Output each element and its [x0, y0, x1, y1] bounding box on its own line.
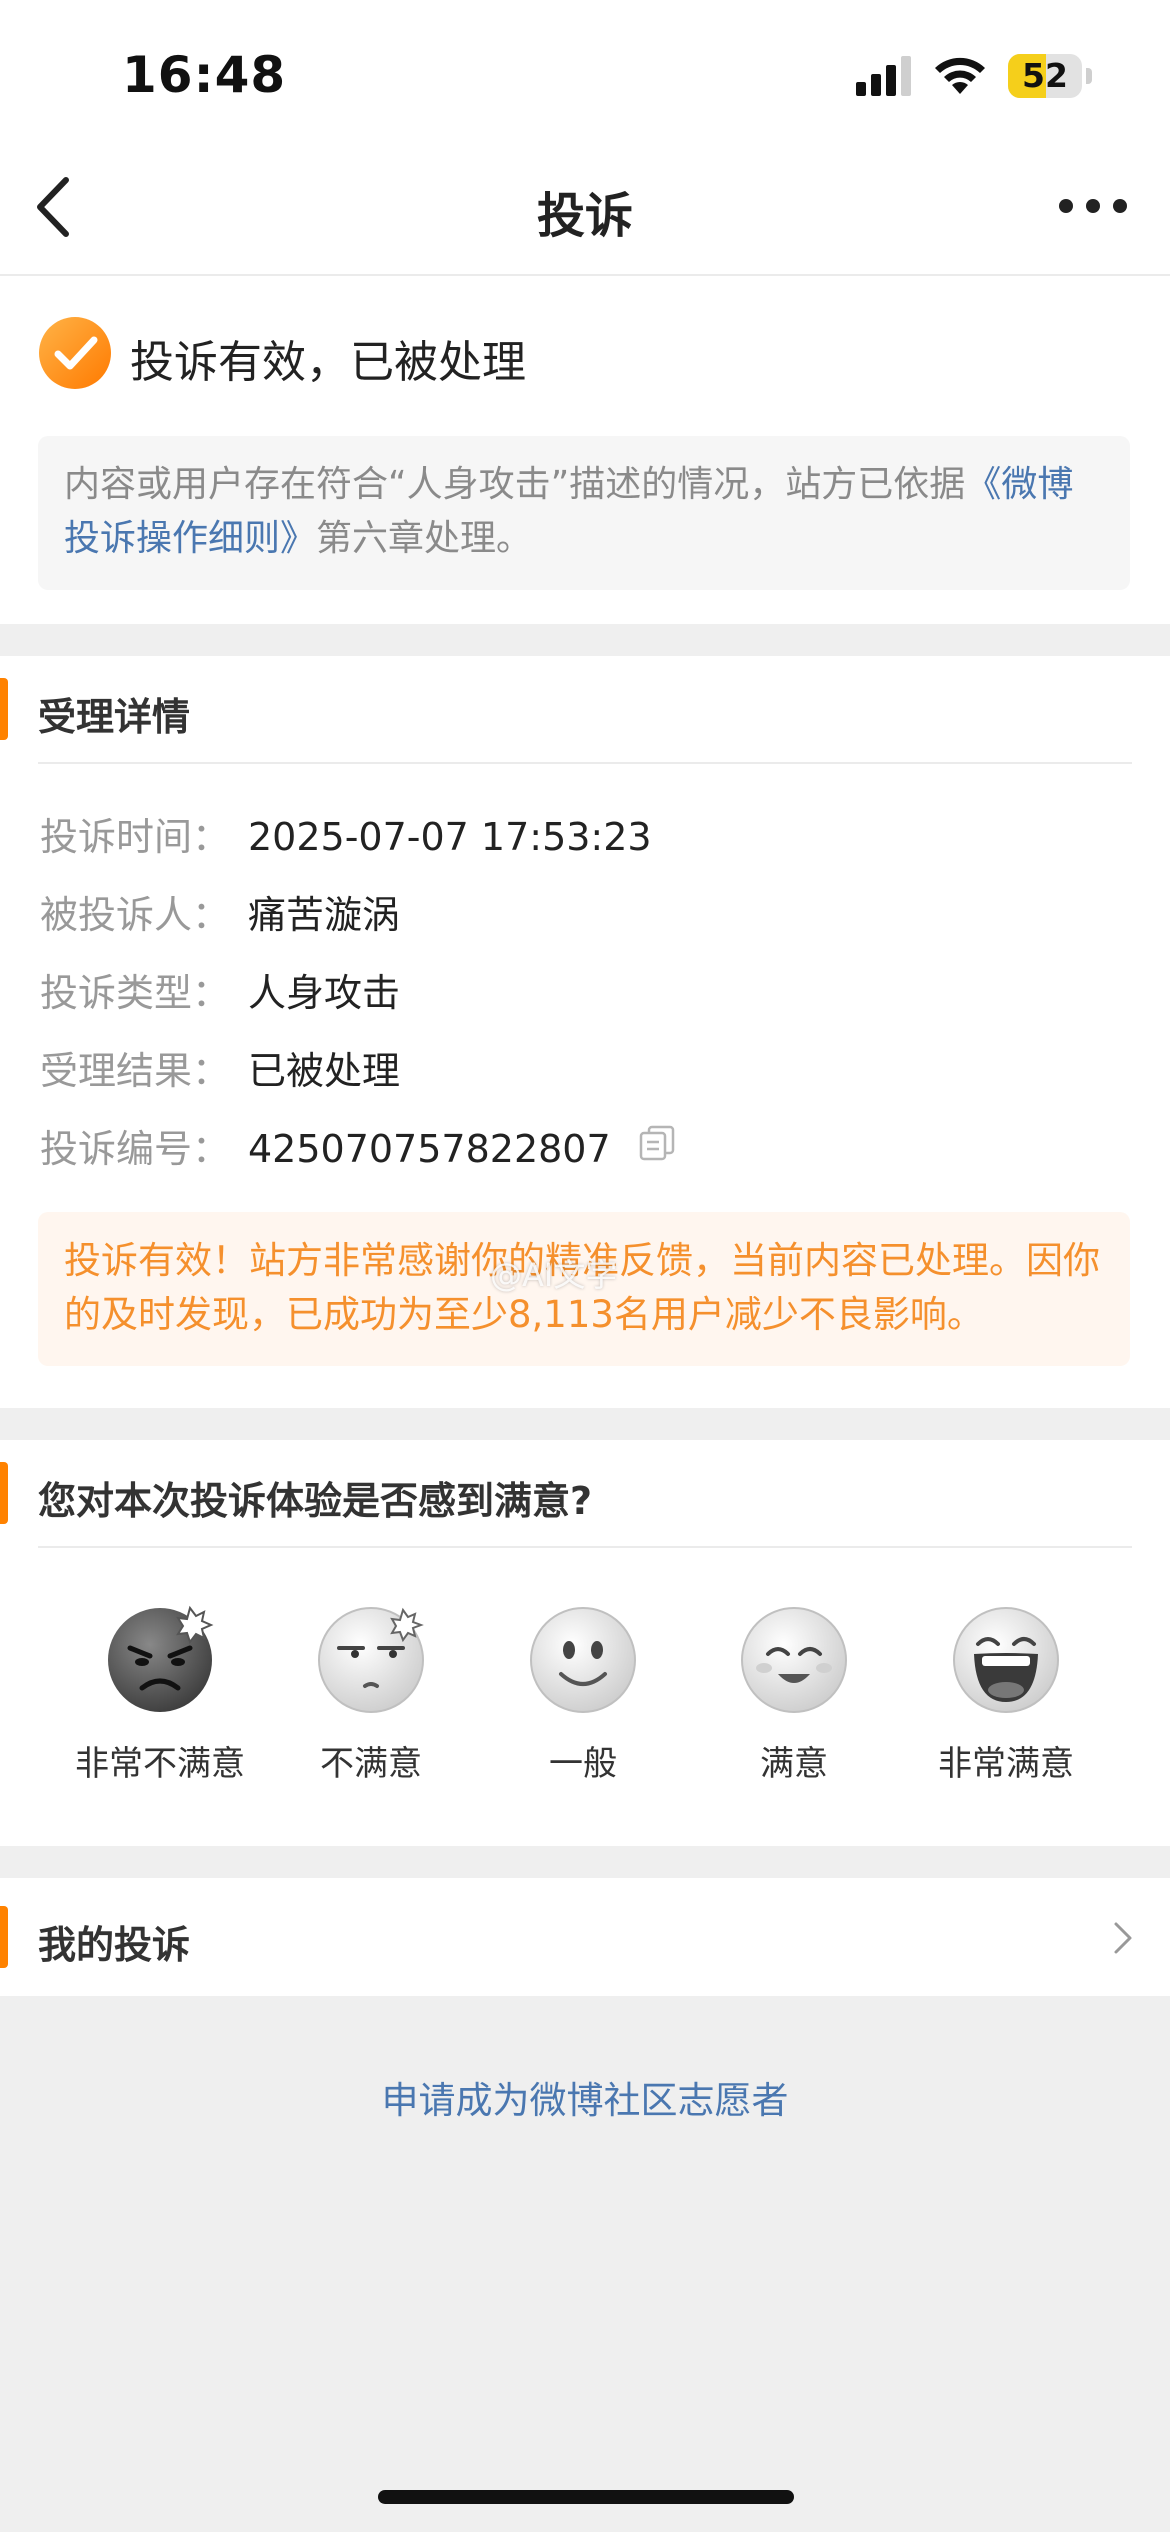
detail-row-time: 投诉时间： 2025-07-07 17:53:23 [40, 806, 652, 861]
detail-label: 投诉类型： [40, 971, 231, 1015]
survey-card: 您对本次投诉体验是否感到满意? 非常不满意 不满意 一般 满意 非常满意 [0, 1440, 1170, 1846]
detail-label: 被投诉人： [40, 893, 231, 937]
more-options-icon[interactable] [1058, 196, 1128, 216]
status-time: 16:48 [122, 46, 287, 104]
divider [38, 762, 1132, 764]
my-complaints-row[interactable]: 我的投诉 [0, 1878, 1170, 1996]
chevron-right-icon [1114, 1922, 1132, 1954]
volunteer-link[interactable]: 申请成为微博社区志愿者 [0, 2070, 1170, 2124]
very-angry-face-icon [108, 1605, 214, 1712]
top-bar: 16:48 52 投诉 [0, 0, 1170, 276]
section-accent-bar [0, 678, 8, 740]
detail-label: 投诉时间： [40, 815, 231, 859]
detail-label: 投诉编号： [40, 1127, 231, 1171]
notice-text-prefix: 内容或用户存在符合“人身攻击”描述的情况，站方已依据 [64, 464, 966, 505]
detail-label: 受理结果： [40, 1049, 231, 1093]
section-accent-bar [0, 1462, 8, 1524]
result-title: 投诉有效，已被处理 [130, 337, 526, 388]
section-title-survey: 您对本次投诉体验是否感到满意? [38, 1479, 593, 1523]
neutral-face-icon [530, 1607, 636, 1713]
rating-label: 满意 [760, 1744, 828, 1784]
detail-row-result: 受理结果： 已被处理 [40, 1040, 400, 1095]
detail-row-target: 被投诉人： 痛苦漩涡 [40, 884, 400, 939]
rating-label: 非常不满意 [75, 1744, 245, 1784]
battery-indicator: 52 [1008, 54, 1092, 98]
wifi-icon [935, 57, 985, 94]
detail-value: 人身攻击 [248, 971, 401, 1015]
rating-label: 一般 [549, 1744, 617, 1784]
rating-label: 不满意 [320, 1744, 422, 1784]
detail-row-number: 投诉编号： 425070757822807 [40, 1118, 611, 1173]
detail-value: 痛苦漩涡 [248, 893, 401, 937]
check-badge-icon [39, 317, 111, 389]
laughing-face-icon [953, 1607, 1059, 1713]
copy-icon[interactable] [638, 1124, 676, 1162]
page-title: 投诉 [536, 188, 633, 244]
detail-row-type: 投诉类型： 人身攻击 [40, 962, 400, 1017]
detail-value: 425070757822807 [248, 1127, 611, 1171]
smiling-face-icon [741, 1607, 847, 1713]
rating-neutral[interactable]: 一般 [477, 1602, 689, 1785]
cellular-signal-icon [856, 56, 911, 96]
result-card: 投诉有效，已被处理 内容或用户存在符合“人身攻击”描述的情况，站方已依据《微博投… [0, 276, 1170, 624]
section-title-details: 受理详情 [38, 695, 191, 739]
notice-text-suffix: 第六章处理。 [316, 518, 533, 559]
section-accent-bar [0, 1906, 8, 1968]
rating-label: 非常满意 [938, 1744, 1074, 1784]
rating-satisfied[interactable]: 满意 [688, 1602, 900, 1785]
satisfaction-options: 非常不满意 不满意 一般 满意 非常满意 [0, 1602, 1170, 1822]
detail-value: 2025-07-07 17:53:23 [248, 815, 652, 859]
result-notice: 内容或用户存在符合“人身攻击”描述的情况，站方已依据《微博投诉操作细则》第六章处… [38, 436, 1130, 590]
battery-percent: 52 [1022, 56, 1068, 95]
rating-very-dissatisfied[interactable]: 非常不满意 [54, 1602, 266, 1785]
divider [38, 1546, 1132, 1548]
annoyed-face-icon [318, 1607, 424, 1713]
my-complaints-label: 我的投诉 [38, 1923, 191, 1967]
rating-very-satisfied[interactable]: 非常满意 [900, 1602, 1112, 1785]
watermark: @AI文字 [490, 1256, 618, 1294]
home-indicator[interactable] [378, 2490, 794, 2504]
rating-dissatisfied[interactable]: 不满意 [265, 1602, 477, 1785]
detail-value: 已被处理 [248, 1049, 401, 1093]
